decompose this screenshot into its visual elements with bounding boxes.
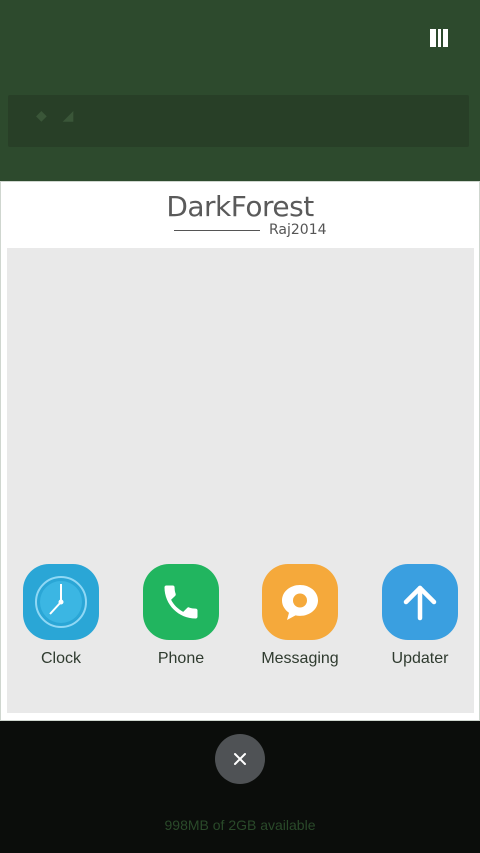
card-subtitle: Raj2014 (269, 222, 327, 238)
close-all-button[interactable] (215, 734, 265, 784)
recents-top-area: ◆ ◢ (0, 0, 480, 181)
title-divider (174, 230, 260, 231)
clock-icon (23, 564, 99, 640)
card-title: DarkForest (166, 190, 314, 223)
app-preview[interactable]: Clock Phone Messaging Updater (7, 248, 474, 713)
message-bubble-icon (262, 564, 338, 640)
app-updater[interactable]: Updater (370, 564, 470, 668)
app-messaging[interactable]: Messaging (250, 564, 350, 668)
app-label: Phone (157, 650, 205, 667)
task-card-darkforest[interactable]: DarkForest Raj2014 Clock Phone Messaging… (0, 181, 480, 721)
app-label: Messaging (261, 650, 339, 667)
recents-layout-icon[interactable] (430, 29, 452, 47)
app-label: Updater (391, 650, 449, 667)
app-label: Clock (40, 650, 81, 667)
background-card-icons: ◆ ◢ (36, 107, 80, 123)
app-clock[interactable]: Clock (11, 564, 111, 668)
background-task-card[interactable]: ◆ ◢ (8, 95, 469, 147)
close-icon (234, 753, 246, 765)
arrow-up-icon (382, 564, 458, 640)
app-phone[interactable]: Phone (131, 564, 231, 668)
memory-status: 998MB of 2GB available (164, 817, 316, 833)
phone-icon (143, 564, 219, 640)
